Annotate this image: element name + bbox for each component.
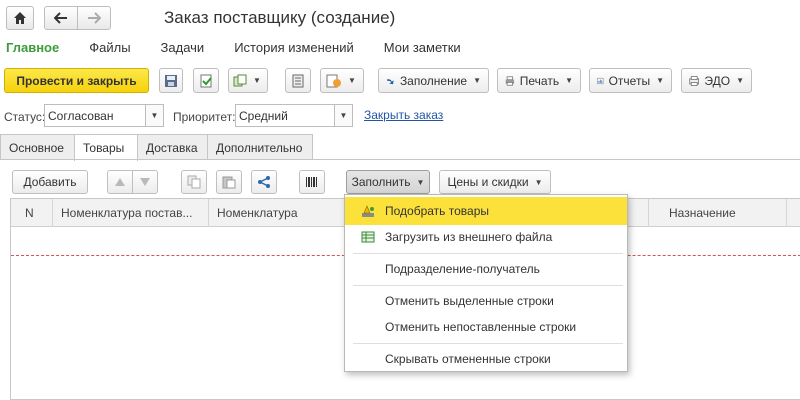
arrow-down-icon — [140, 178, 150, 186]
add-row-button[interactable]: Добавить — [12, 170, 88, 194]
print-label: Печать — [519, 73, 560, 88]
document-list-icon — [292, 74, 304, 87]
printer-icon — [505, 75, 515, 86]
section-main[interactable]: Главное — [6, 40, 59, 55]
paste-rows-button[interactable] — [216, 170, 242, 194]
create-based-on-button[interactable]: ▼ — [228, 68, 268, 93]
add-row-label: Добавить — [23, 175, 77, 189]
column-header-number[interactable]: N — [11, 199, 53, 227]
arrow-left-icon — [54, 12, 67, 24]
status-value: Согласован — [48, 108, 114, 123]
priority-field[interactable]: Средний ▼ — [235, 104, 353, 127]
tab-delivery[interactable]: Доставка — [137, 134, 208, 160]
priority-value: Средний — [239, 108, 288, 123]
copy-icon — [187, 175, 201, 189]
priority-label: Приоритет: — [173, 110, 236, 124]
fill-menu-label: Заполнение — [399, 73, 468, 88]
section-files[interactable]: Файлы — [89, 40, 130, 55]
pick-goods-icon — [362, 205, 374, 217]
create-based-on-icon — [233, 74, 247, 86]
arrow-right-icon — [88, 12, 101, 24]
print-button[interactable]: Печать ▼ — [497, 68, 581, 93]
chevron-down-icon: ▼ — [656, 76, 664, 85]
chevron-down-icon: ▼ — [416, 177, 425, 187]
section-notes[interactable]: Мои заметки — [384, 40, 461, 55]
chevron-down-icon[interactable]: ▼ — [145, 105, 163, 126]
forward-button[interactable] — [77, 6, 111, 30]
prices-discounts-button[interactable]: Цены и скидки ▼ — [439, 170, 551, 194]
menu-separator — [353, 253, 623, 254]
structure-button[interactable] — [285, 68, 311, 93]
share-button[interactable] — [251, 170, 277, 194]
tab-main[interactable]: Основное — [0, 134, 75, 160]
more-documents-button[interactable]: ▼ — [320, 68, 364, 93]
menu-item-label: Загрузить из внешнего файла — [385, 230, 553, 244]
close-order-link[interactable]: Закрыть заказ — [364, 108, 443, 122]
back-button[interactable] — [44, 6, 78, 30]
menu-item-label: Подобрать товары — [385, 204, 489, 218]
edo-icon — [689, 75, 700, 86]
menu-item-hide-cancelled-rows[interactable]: Скрывать отмененные строки — [345, 345, 627, 373]
status-label: Статус: — [4, 110, 46, 124]
save-button[interactable] — [159, 68, 183, 93]
arrow-up-icon — [115, 178, 125, 186]
section-tasks[interactable]: Задачи — [161, 40, 205, 55]
report-icon — [597, 77, 604, 84]
section-history[interactable]: История изменений — [234, 40, 354, 55]
post-document-icon — [200, 74, 212, 87]
fill-arrow-icon — [387, 78, 394, 84]
fill-dropdown-menu: Подобрать товары Загрузить из внешнего ф… — [344, 194, 628, 372]
fill-table-label: Заполнить — [351, 175, 411, 189]
tab-bar: Основное Товары Доставка Дополнительно — [0, 134, 313, 161]
menu-item-cancel-selected-rows[interactable]: Отменить выделенные строки — [345, 287, 627, 315]
menu-item-label: Отменить выделенные строки — [385, 294, 554, 308]
fill-table-button[interactable]: Заполнить ▼ — [346, 170, 430, 194]
menu-item-label: Подразделение-получатель — [385, 262, 540, 276]
copy-row-button[interactable] — [181, 170, 207, 194]
post-and-close-button[interactable]: Провести и закрыть — [4, 68, 149, 93]
menu-separator — [353, 285, 623, 286]
documents-icon — [326, 74, 341, 87]
tab-divider — [0, 159, 800, 160]
column-header-purpose[interactable]: Назначение — [649, 199, 787, 227]
page-title: Заказ поставщику (создание) — [164, 8, 396, 27]
status-field[interactable]: Согласован ▼ — [44, 104, 164, 127]
reports-button[interactable]: Отчеты ▼ — [589, 68, 672, 93]
menu-separator — [353, 343, 623, 344]
chevron-down-icon: ▼ — [253, 76, 261, 85]
move-down-button[interactable] — [132, 170, 158, 194]
edo-button[interactable]: ЭДО ▼ — [681, 68, 752, 93]
menu-item-label: Отменить непоставленные строки — [385, 320, 577, 334]
chevron-down-icon: ▼ — [473, 76, 481, 85]
chevron-down-icon[interactable]: ▼ — [334, 105, 352, 126]
chevron-down-icon: ▼ — [565, 76, 573, 85]
menu-item-cancel-undelivered-rows[interactable]: Отменить непоставленные строки — [345, 313, 627, 341]
post-and-close-label: Провести и закрыть — [16, 73, 137, 88]
move-up-button[interactable] — [107, 170, 133, 194]
share-icon — [258, 176, 270, 188]
menu-item-load-file[interactable]: Загрузить из внешнего файла — [345, 223, 627, 251]
menu-item-label: Скрывать отмененные строки — [385, 352, 551, 366]
menu-item-pick-goods[interactable]: Подобрать товары — [345, 197, 627, 225]
prices-discounts-label: Цены и скидки — [447, 175, 529, 189]
chevron-down-icon: ▼ — [736, 76, 744, 85]
column-header-supplier-nomenclature[interactable]: Номенклатура постав... — [53, 199, 209, 227]
home-icon — [14, 12, 26, 24]
section-links: Главное Файлы Задачи История изменений М… — [6, 40, 491, 55]
load-file-icon — [361, 231, 375, 243]
save-icon — [165, 74, 177, 87]
tab-goods[interactable]: Товары — [74, 134, 138, 161]
chevron-down-icon: ▼ — [534, 177, 543, 187]
chevron-down-icon: ▼ — [348, 76, 356, 85]
fill-menu-button[interactable]: Заполнение ▼ — [378, 68, 489, 93]
barcode-icon — [306, 177, 317, 187]
menu-item-receiving-department[interactable]: Подразделение-получатель — [345, 255, 627, 283]
reports-label: Отчеты — [608, 73, 651, 88]
tab-additional[interactable]: Дополнительно — [207, 134, 313, 160]
edo-label: ЭДО — [704, 73, 731, 88]
home-button[interactable] — [6, 6, 34, 30]
post-button[interactable] — [193, 68, 219, 93]
paste-icon — [222, 176, 236, 189]
barcode-button[interactable] — [299, 170, 325, 194]
